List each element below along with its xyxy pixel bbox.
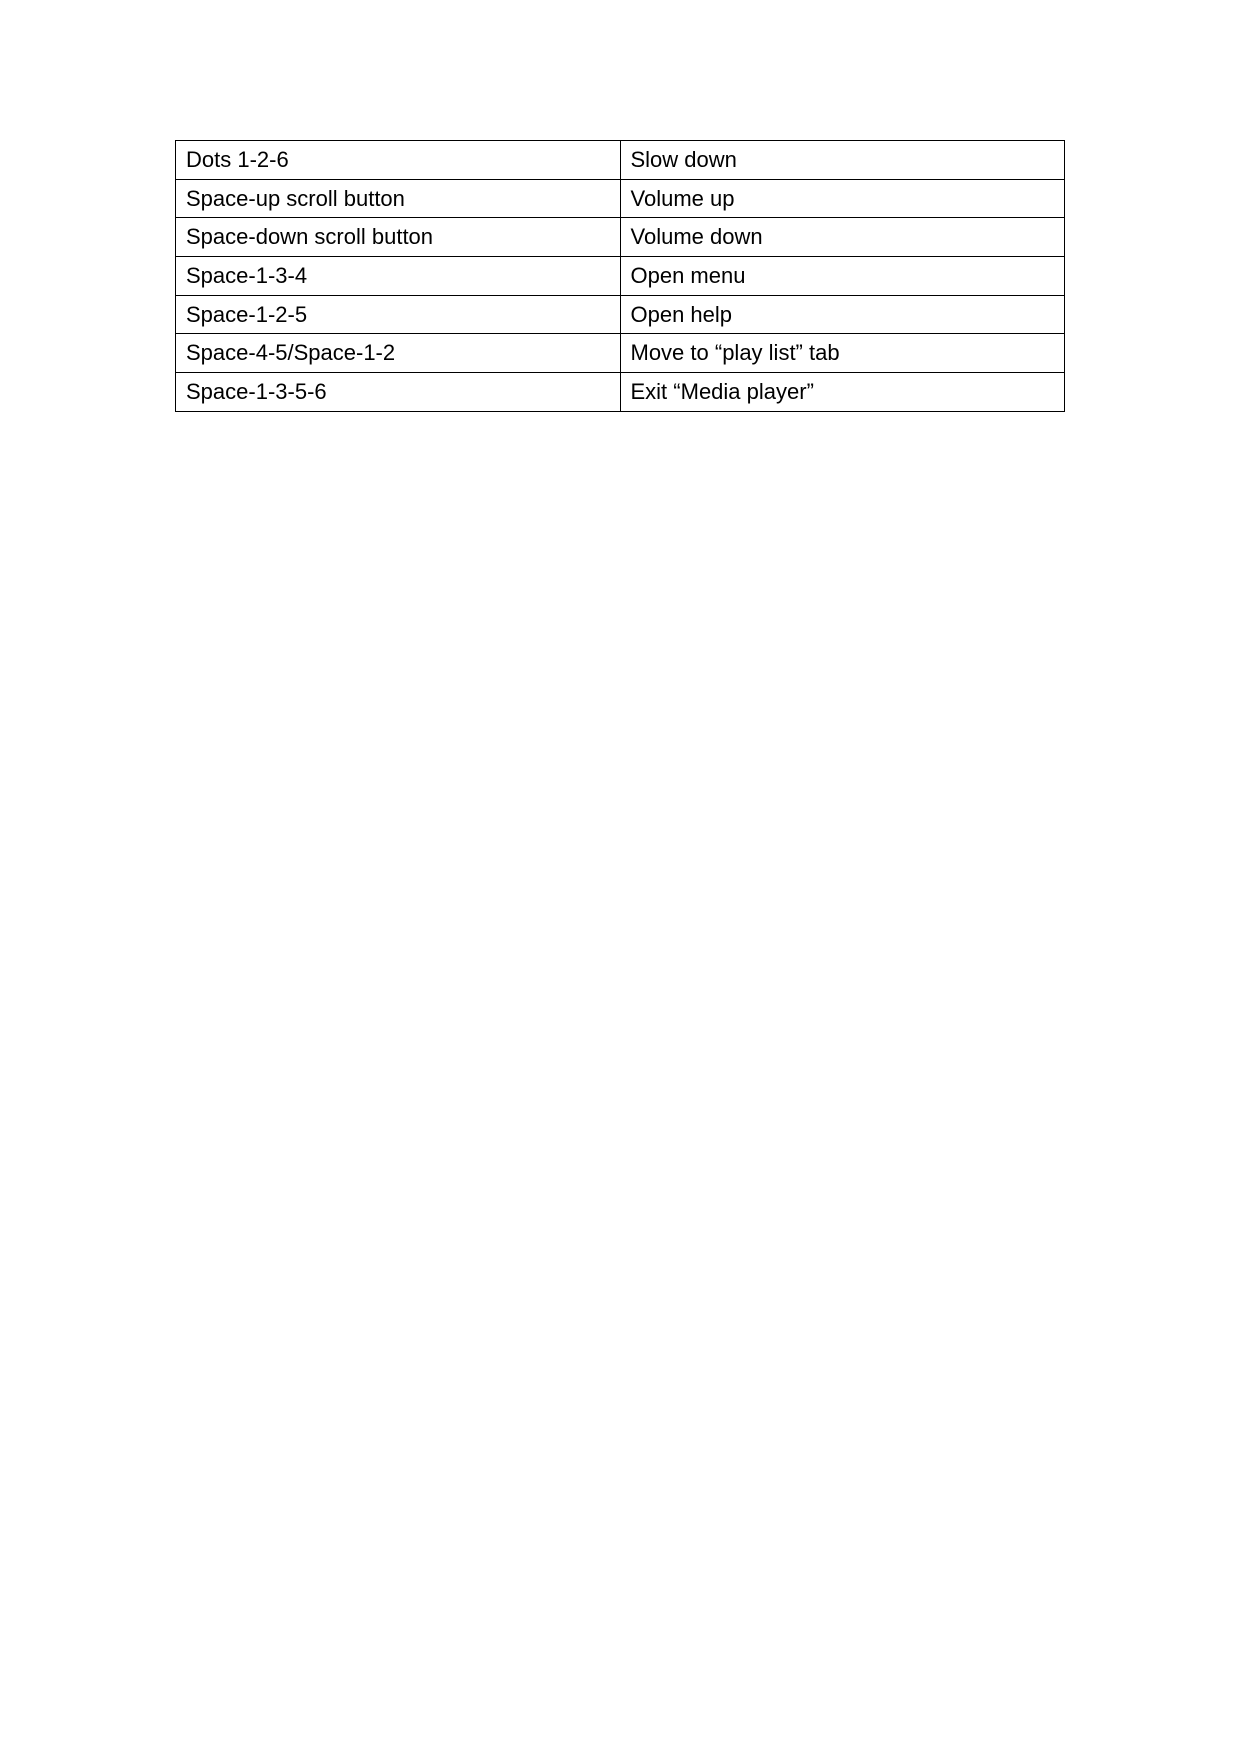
table-row: Space-1-3-5-6 Exit “Media player”	[176, 373, 1065, 412]
shortcut-action: Volume up	[620, 179, 1065, 218]
shortcut-key: Space-down scroll button	[176, 218, 621, 257]
table-row: Dots 1-2-6 Slow down	[176, 141, 1065, 180]
table-row: Space-4-5/Space-1-2 Move to “play list” …	[176, 334, 1065, 373]
shortcut-action: Move to “play list” tab	[620, 334, 1065, 373]
shortcuts-table: Dots 1-2-6 Slow down Space-up scroll but…	[175, 140, 1065, 412]
shortcut-action: Volume down	[620, 218, 1065, 257]
shortcut-action: Open menu	[620, 257, 1065, 296]
shortcut-key: Dots 1-2-6	[176, 141, 621, 180]
shortcut-key: Space-1-3-4	[176, 257, 621, 296]
table-row: Space-down scroll button Volume down	[176, 218, 1065, 257]
shortcut-action: Exit “Media player”	[620, 373, 1065, 412]
table-row: Space-1-3-4 Open menu	[176, 257, 1065, 296]
shortcut-action: Slow down	[620, 141, 1065, 180]
table-row: Space-1-2-5 Open help	[176, 295, 1065, 334]
shortcut-key: Space-1-3-5-6	[176, 373, 621, 412]
shortcut-key: Space-up scroll button	[176, 179, 621, 218]
shortcut-action: Open help	[620, 295, 1065, 334]
shortcut-key: Space-1-2-5	[176, 295, 621, 334]
shortcut-key: Space-4-5/Space-1-2	[176, 334, 621, 373]
table-row: Space-up scroll button Volume up	[176, 179, 1065, 218]
